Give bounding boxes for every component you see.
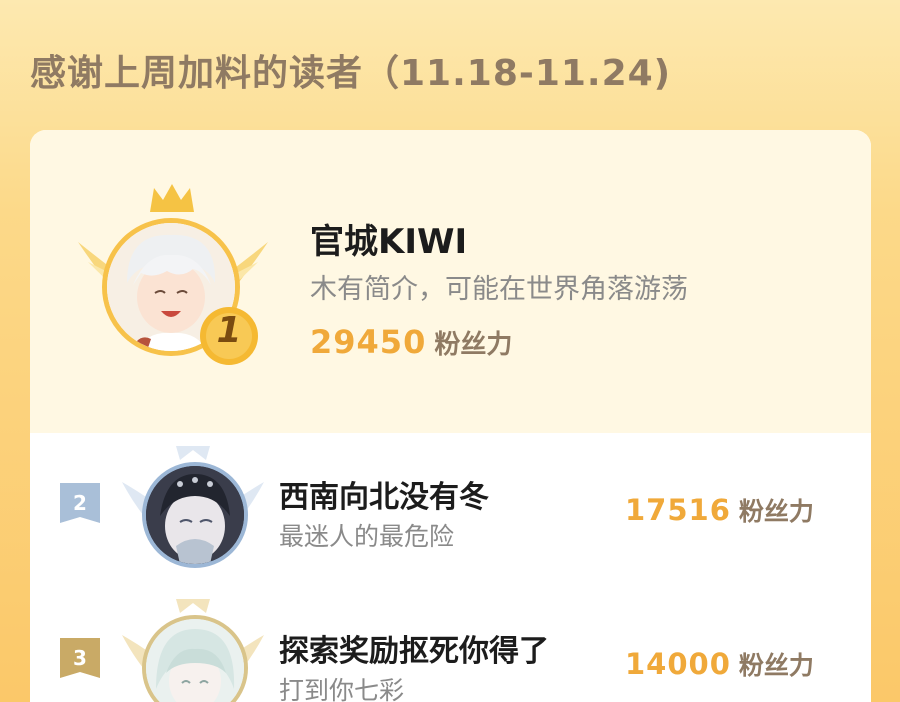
reader-name[interactable]: 官城KIWI	[310, 214, 467, 263]
fan-power-score: 17516 粉丝力	[625, 492, 814, 528]
reader-name[interactable]: 探索奖励抠死你得了	[279, 626, 549, 670]
avatar[interactable]	[142, 462, 248, 568]
score-value: 29450	[310, 323, 427, 361]
fan-power-score: 14000 粉丝力	[625, 646, 814, 682]
page-title: 感谢上周加料的读者（11.18-11.24)	[30, 53, 672, 94]
reader-bio: 木有简介，可能在世界角落游荡	[310, 274, 688, 305]
score-value: 14000	[625, 647, 731, 681]
reader-bio: 打到你七彩	[279, 676, 405, 702]
rank-number: 2	[73, 491, 87, 515]
rank-number: 3	[73, 646, 87, 670]
fan-power-score: 29450 粉丝力	[310, 323, 512, 361]
score-unit: 粉丝力	[738, 497, 814, 526]
score-value: 17516	[625, 493, 731, 527]
reader-name[interactable]: 西南向北没有冬	[279, 472, 489, 516]
leaderboard-card: 1 官城KIWI 木有简介，可能在世界角落游荡 29450 粉丝力 2 西南向北…	[30, 130, 871, 702]
score-unit: 粉丝力	[434, 330, 513, 360]
reader-bio: 最迷人的最危险	[279, 522, 455, 551]
rank-number: 1	[216, 310, 242, 351]
crown-icon	[150, 184, 194, 212]
score-unit: 粉丝力	[738, 651, 814, 680]
